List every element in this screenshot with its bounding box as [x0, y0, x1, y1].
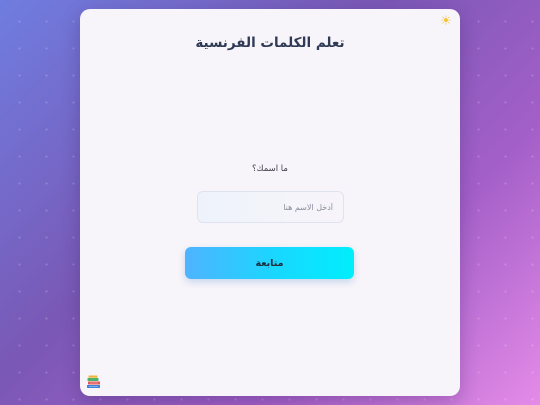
name-question-label: ما اسمك؟	[252, 164, 288, 174]
books-icon	[87, 375, 100, 388]
main-card: ☀ تعلم الكلمات الفرنسية ما اسمك؟ متابعة	[80, 9, 460, 396]
page-title: تعلم الكلمات الفرنسية	[195, 35, 345, 51]
continue-button[interactable]: متابعة	[185, 247, 354, 279]
sun-icon[interactable]: ☀	[438, 14, 454, 30]
name-input[interactable]	[197, 191, 344, 223]
